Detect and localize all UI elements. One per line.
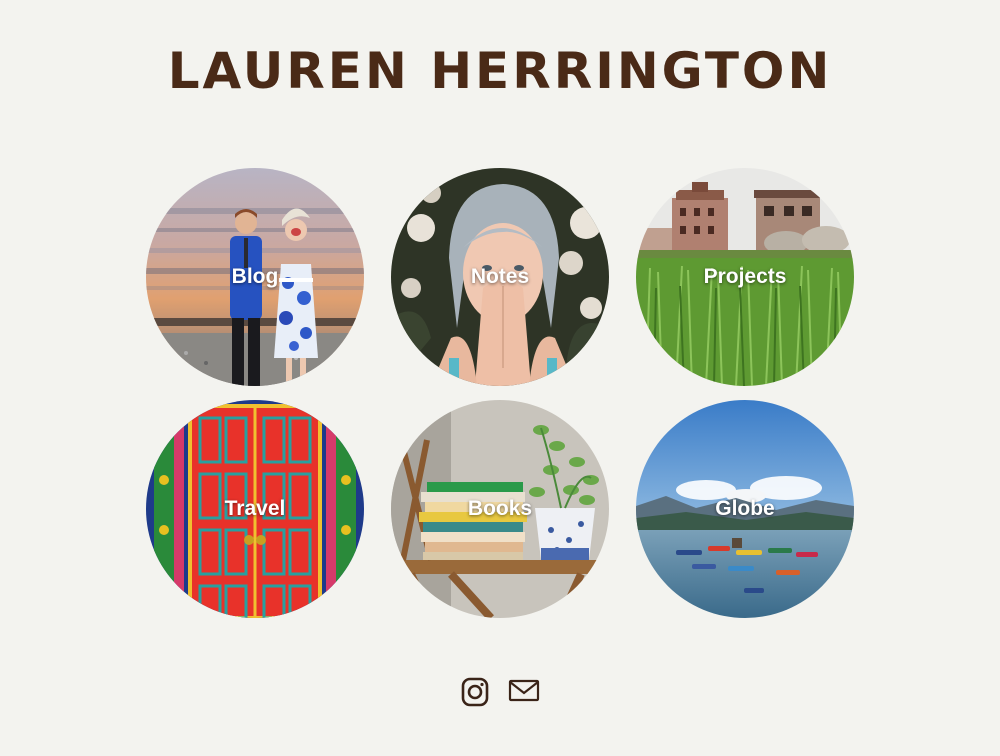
tile-blog-label: Blog <box>231 265 279 288</box>
instagram-link[interactable] <box>460 676 490 712</box>
tile-books[interactable]: Books <box>391 400 609 618</box>
page: Lauren Herrington <box>0 0 1000 756</box>
tile-projects[interactable]: Projects <box>636 168 854 386</box>
tile-globe[interactable]: Globe <box>636 400 854 618</box>
tile-notes-label: Notes <box>470 265 530 288</box>
tile-travel[interactable]: Travel <box>146 400 364 618</box>
tile-blog[interactable]: Blog <box>146 168 364 386</box>
tile-travel-label: Travel <box>224 497 286 520</box>
tile-books-label: Books <box>467 497 533 520</box>
instagram-icon <box>461 677 489 707</box>
tile-projects-label: Projects <box>703 265 787 288</box>
tile-notes[interactable]: Notes <box>391 168 609 386</box>
tile-globe-label: Globe <box>715 497 775 520</box>
mail-icon <box>508 679 540 702</box>
social-links <box>460 676 544 710</box>
site-title: Lauren Herrington <box>167 42 833 100</box>
tile-grid: Blog Notes Projects Travel Books Globe <box>146 168 854 618</box>
mail-link[interactable] <box>508 676 540 708</box>
